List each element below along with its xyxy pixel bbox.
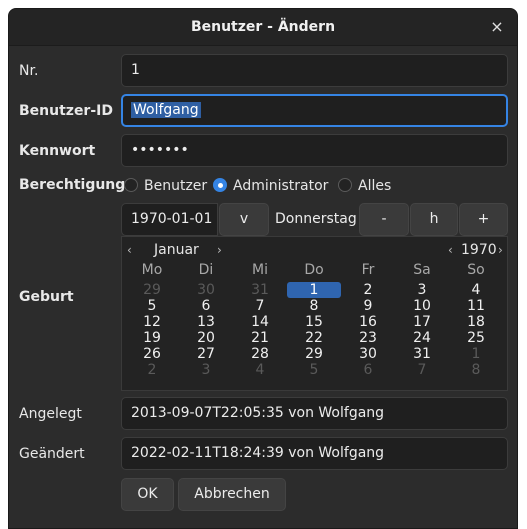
calendar-day[interactable]: 6: [341, 362, 395, 378]
next-year-icon[interactable]: ›: [498, 241, 503, 259]
kennwort-field[interactable]: •••••••: [121, 134, 508, 167]
calendar: ‹ Januar › ‹ 1970 › Mo Di Mi Do Fr Sa So 29 30 3…: [121, 236, 508, 391]
calendar-day[interactable]: 6: [179, 298, 233, 314]
next-month-icon[interactable]: ›: [217, 241, 222, 259]
calendar-month: Januar: [154, 242, 199, 258]
radio-administrator-label: Administrator: [233, 178, 329, 194]
cancel-button[interactable]: Abbrechen: [178, 478, 286, 511]
date-dropdown-button[interactable]: v: [219, 203, 269, 236]
calendar-day[interactable]: 7: [395, 362, 449, 378]
next-day-button[interactable]: +: [459, 203, 508, 236]
benutzer-id-field[interactable]: Wolfgang: [121, 94, 508, 127]
radio-administrator-indicator[interactable]: [213, 178, 227, 192]
weekday-fr: Fr: [361, 262, 375, 278]
calendar-day[interactable]: 19: [125, 330, 179, 346]
radio-alles-indicator[interactable]: [338, 178, 352, 192]
prev-month-icon[interactable]: ‹: [127, 241, 132, 259]
calendar-day[interactable]: 30: [341, 346, 395, 362]
calendar-day[interactable]: 26: [125, 346, 179, 362]
calendar-day[interactable]: 2: [125, 362, 179, 378]
calendar-day[interactable]: 1: [449, 346, 503, 362]
selected-day[interactable]: 1: [287, 282, 341, 298]
calendar-day[interactable]: 29: [287, 346, 341, 362]
close-icon[interactable]: ×: [487, 17, 507, 37]
calendar-day[interactable]: 30: [179, 282, 233, 298]
calendar-day[interactable]: 8: [449, 362, 503, 378]
radio-benutzer-indicator[interactable]: [124, 178, 138, 192]
calendar-day[interactable]: 13: [179, 314, 233, 330]
previous-day-button[interactable]: -: [359, 203, 409, 236]
radio-benutzer-label: Benutzer: [144, 178, 208, 194]
weekday-di: Di: [198, 262, 214, 278]
weekday-so: So: [467, 262, 485, 278]
calendar-day[interactable]: 23: [341, 330, 395, 346]
geaendert-label: Geändert: [19, 446, 85, 462]
calendar-day[interactable]: 3: [179, 362, 233, 378]
berechtigung-label: Berechtigung: [19, 177, 126, 193]
calendar-day[interactable]: 22: [287, 330, 341, 346]
calendar-day[interactable]: 7: [233, 298, 287, 314]
weekday-label: Donnerstag: [275, 211, 357, 227]
title-bar: Benutzer - Ändern ×: [9, 9, 517, 46]
benutzer-id-label: Benutzer-ID: [19, 103, 113, 119]
radio-alles-label: Alles: [358, 178, 392, 194]
weekday-sa: Sa: [413, 262, 431, 278]
today-button[interactable]: h: [410, 203, 458, 236]
weekday-mi: Mi: [252, 262, 268, 278]
weekday-mo: Mo: [141, 262, 163, 278]
ok-button[interactable]: OK: [121, 478, 174, 511]
calendar-day[interactable]: 18: [449, 314, 503, 330]
calendar-day[interactable]: 16: [341, 314, 395, 330]
calendar-day[interactable]: 25: [449, 330, 503, 346]
benutzer-id-value: Wolfgang: [131, 102, 201, 118]
calendar-day[interactable]: 20: [179, 330, 233, 346]
calendar-day[interactable]: 17: [395, 314, 449, 330]
prev-year-icon[interactable]: ‹: [448, 241, 453, 259]
nr-field[interactable]: 1: [121, 54, 508, 87]
calendar-day[interactable]: 27: [179, 346, 233, 362]
calendar-day[interactable]: 5: [125, 298, 179, 314]
calendar-day[interactable]: 11: [449, 298, 503, 314]
birth-date-input[interactable]: 1970-01-01: [121, 203, 218, 236]
calendar-day[interactable]: 5: [287, 362, 341, 378]
calendar-day[interactable]: 28: [233, 346, 287, 362]
calendar-day[interactable]: 10: [395, 298, 449, 314]
calendar-day[interactable]: 21: [233, 330, 287, 346]
calendar-day[interactable]: 24: [395, 330, 449, 346]
calendar-day[interactable]: 3: [395, 282, 449, 298]
calendar-day[interactable]: 4: [233, 362, 287, 378]
calendar-day[interactable]: 2: [341, 282, 395, 298]
weekday-do: Do: [304, 262, 324, 278]
calendar-day[interactable]: 8: [287, 298, 341, 314]
angelegt-label: Angelegt: [19, 406, 82, 422]
kennwort-label: Kennwort: [19, 143, 96, 159]
geburt-label: Geburt: [19, 289, 74, 305]
geaendert-field[interactable]: 2022-02-11T18:24:39 von Wolfgang: [121, 437, 508, 470]
calendar-day[interactable]: 14: [233, 314, 287, 330]
edit-user-dialog: Benutzer - Ändern × Nr. 1 Benutzer-ID Wo…: [8, 8, 518, 529]
nr-label: Nr.: [19, 63, 39, 79]
calendar-day[interactable]: 9: [341, 298, 395, 314]
calendar-day[interactable]: 12: [125, 314, 179, 330]
calendar-day[interactable]: 31: [233, 282, 287, 298]
calendar-day[interactable]: 29: [125, 282, 179, 298]
calendar-day[interactable]: 15: [287, 314, 341, 330]
calendar-year: 1970: [461, 242, 497, 258]
calendar-day[interactable]: 31: [395, 346, 449, 362]
calendar-day[interactable]: 4: [449, 282, 503, 298]
angelegt-field[interactable]: 2013-09-07T22:05:35 von Wolfgang: [121, 397, 508, 430]
dialog-title: Benutzer - Ändern: [190, 19, 336, 35]
